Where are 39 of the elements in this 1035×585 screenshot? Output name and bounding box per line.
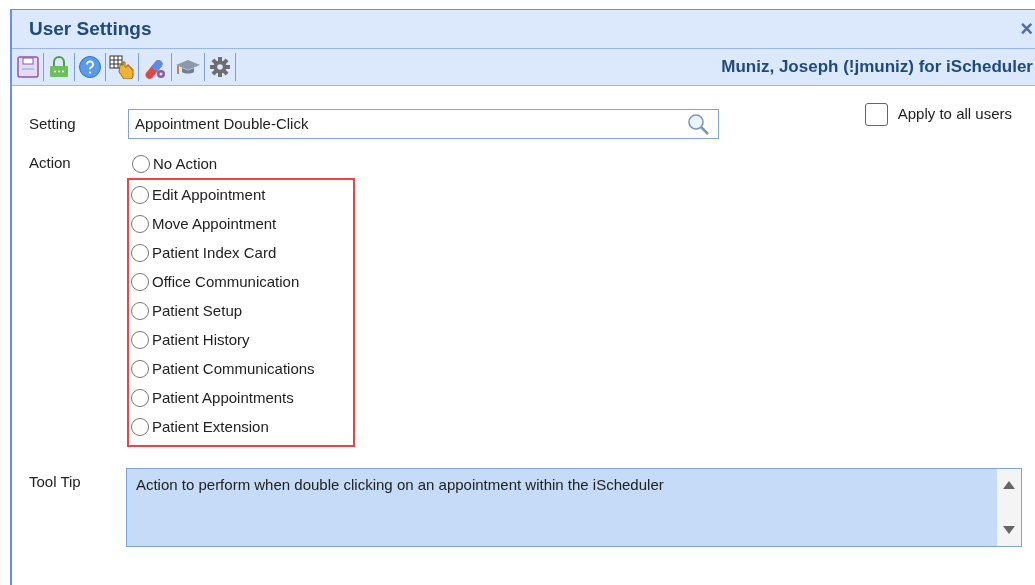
- settings-icon[interactable]: [208, 55, 232, 79]
- user-label: Muniz, Joseph (!jmuniz) for iScheduler: [721, 56, 1033, 79]
- help-icon[interactable]: [78, 55, 102, 79]
- tooltip-label: Tool Tip: [29, 472, 82, 492]
- tooltip-textarea[interactable]: Action to perform when double clicking on an appointment within the iScheduler: [125, 468, 1022, 547]
- radio-button[interactable]: [131, 214, 149, 233]
- radio-label: Patient Communications: [152, 359, 315, 378]
- radio-label: Patient History: [152, 330, 250, 349]
- radio-button[interactable]: [131, 388, 149, 407]
- radio-label: Patient Appointments: [152, 388, 294, 407]
- radio-label: Edit Appointment: [152, 185, 266, 204]
- radio-button[interactable]: [131, 330, 149, 349]
- setting-label: Setting: [29, 113, 77, 134]
- checkbox[interactable]: [864, 103, 888, 126]
- radio-button[interactable]: [131, 417, 149, 436]
- radio-button[interactable]: [131, 301, 149, 320]
- radio-label: No Action: [153, 154, 218, 173]
- radio-button[interactable]: [132, 154, 150, 173]
- scrollbar[interactable]: [997, 469, 1021, 546]
- window-title: User Settings: [29, 16, 152, 41]
- radio-label: Move Appointment: [152, 214, 277, 233]
- save-icon[interactable]: [16, 55, 40, 79]
- action-label: Action: [29, 153, 72, 173]
- radio-label: Patient Setup: [152, 301, 243, 320]
- search-icon[interactable]: [686, 112, 710, 136]
- radio-label: Office Communication: [152, 272, 300, 291]
- grid-hand-icon[interactable]: [109, 55, 135, 79]
- scroll-down-icon[interactable]: [1003, 526, 1015, 534]
- scroll-up-icon[interactable]: [1003, 481, 1015, 489]
- radio-button[interactable]: [131, 185, 149, 204]
- setting-search-field[interactable]: Appointment Double-Click: [128, 109, 719, 139]
- radio-button[interactable]: [131, 243, 149, 262]
- radio-label: Patient Extension: [152, 417, 269, 436]
- close-button[interactable]: ×: [1020, 18, 1033, 40]
- checkbox-label: Apply to all users: [897, 104, 1012, 125]
- lock-icon[interactable]: [47, 55, 71, 79]
- radio-label: Patient Index Card: [152, 243, 277, 262]
- radio-button[interactable]: [131, 359, 149, 378]
- radio-button[interactable]: [131, 272, 149, 291]
